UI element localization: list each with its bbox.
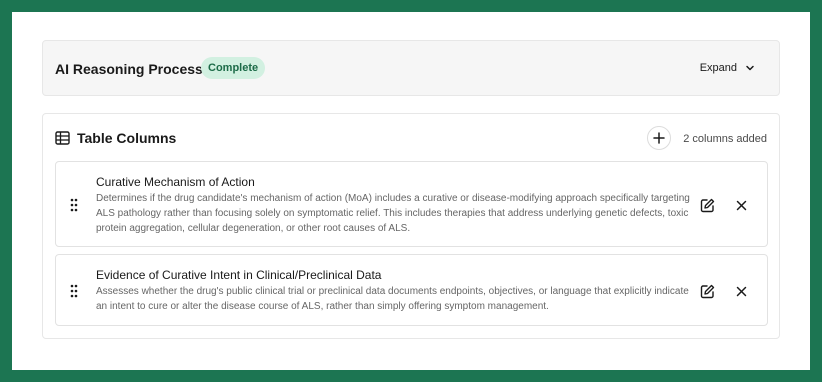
column-card: Evidence of Curative Intent in Clinical/… xyxy=(55,254,768,326)
expand-button[interactable]: Expand xyxy=(700,60,755,76)
edit-column-button[interactable] xyxy=(698,282,716,300)
expand-label: Expand xyxy=(699,62,737,74)
column-title: Evidence of Curative Intent in Clinical/… xyxy=(96,268,382,282)
plus-icon xyxy=(653,132,665,144)
drag-handle-icon[interactable] xyxy=(70,284,78,298)
close-icon xyxy=(736,286,746,296)
column-description: Determines if the drug candidate's mecha… xyxy=(96,193,690,234)
remove-column-button[interactable] xyxy=(732,282,750,300)
edit-icon xyxy=(700,198,714,212)
edit-icon xyxy=(700,284,714,298)
add-column-button[interactable] xyxy=(647,126,671,150)
edit-column-button[interactable] xyxy=(698,196,716,214)
column-description: Assesses whether the drug's public clini… xyxy=(96,286,689,312)
table-columns-title: Table Columns xyxy=(77,130,177,146)
close-icon xyxy=(736,200,746,210)
status-badge: Complete xyxy=(201,57,266,79)
page-frame: AI Reasoning Process Complete Expand Tab… xyxy=(12,12,810,370)
column-title: Curative Mechanism of Action xyxy=(96,175,255,189)
remove-column-button[interactable] xyxy=(732,196,750,214)
table-icon xyxy=(55,131,70,145)
chevron-down-icon xyxy=(746,65,754,71)
table-columns-panel: Table Columns 2 columns added Curative M… xyxy=(42,113,780,339)
columns-count: 2 columns added xyxy=(683,133,767,145)
column-card: Curative Mechanism of Action Determines … xyxy=(55,161,768,247)
reasoning-title: AI Reasoning Process xyxy=(55,61,203,77)
reasoning-panel: AI Reasoning Process Complete Expand xyxy=(42,40,780,96)
drag-handle-icon[interactable] xyxy=(70,198,78,212)
